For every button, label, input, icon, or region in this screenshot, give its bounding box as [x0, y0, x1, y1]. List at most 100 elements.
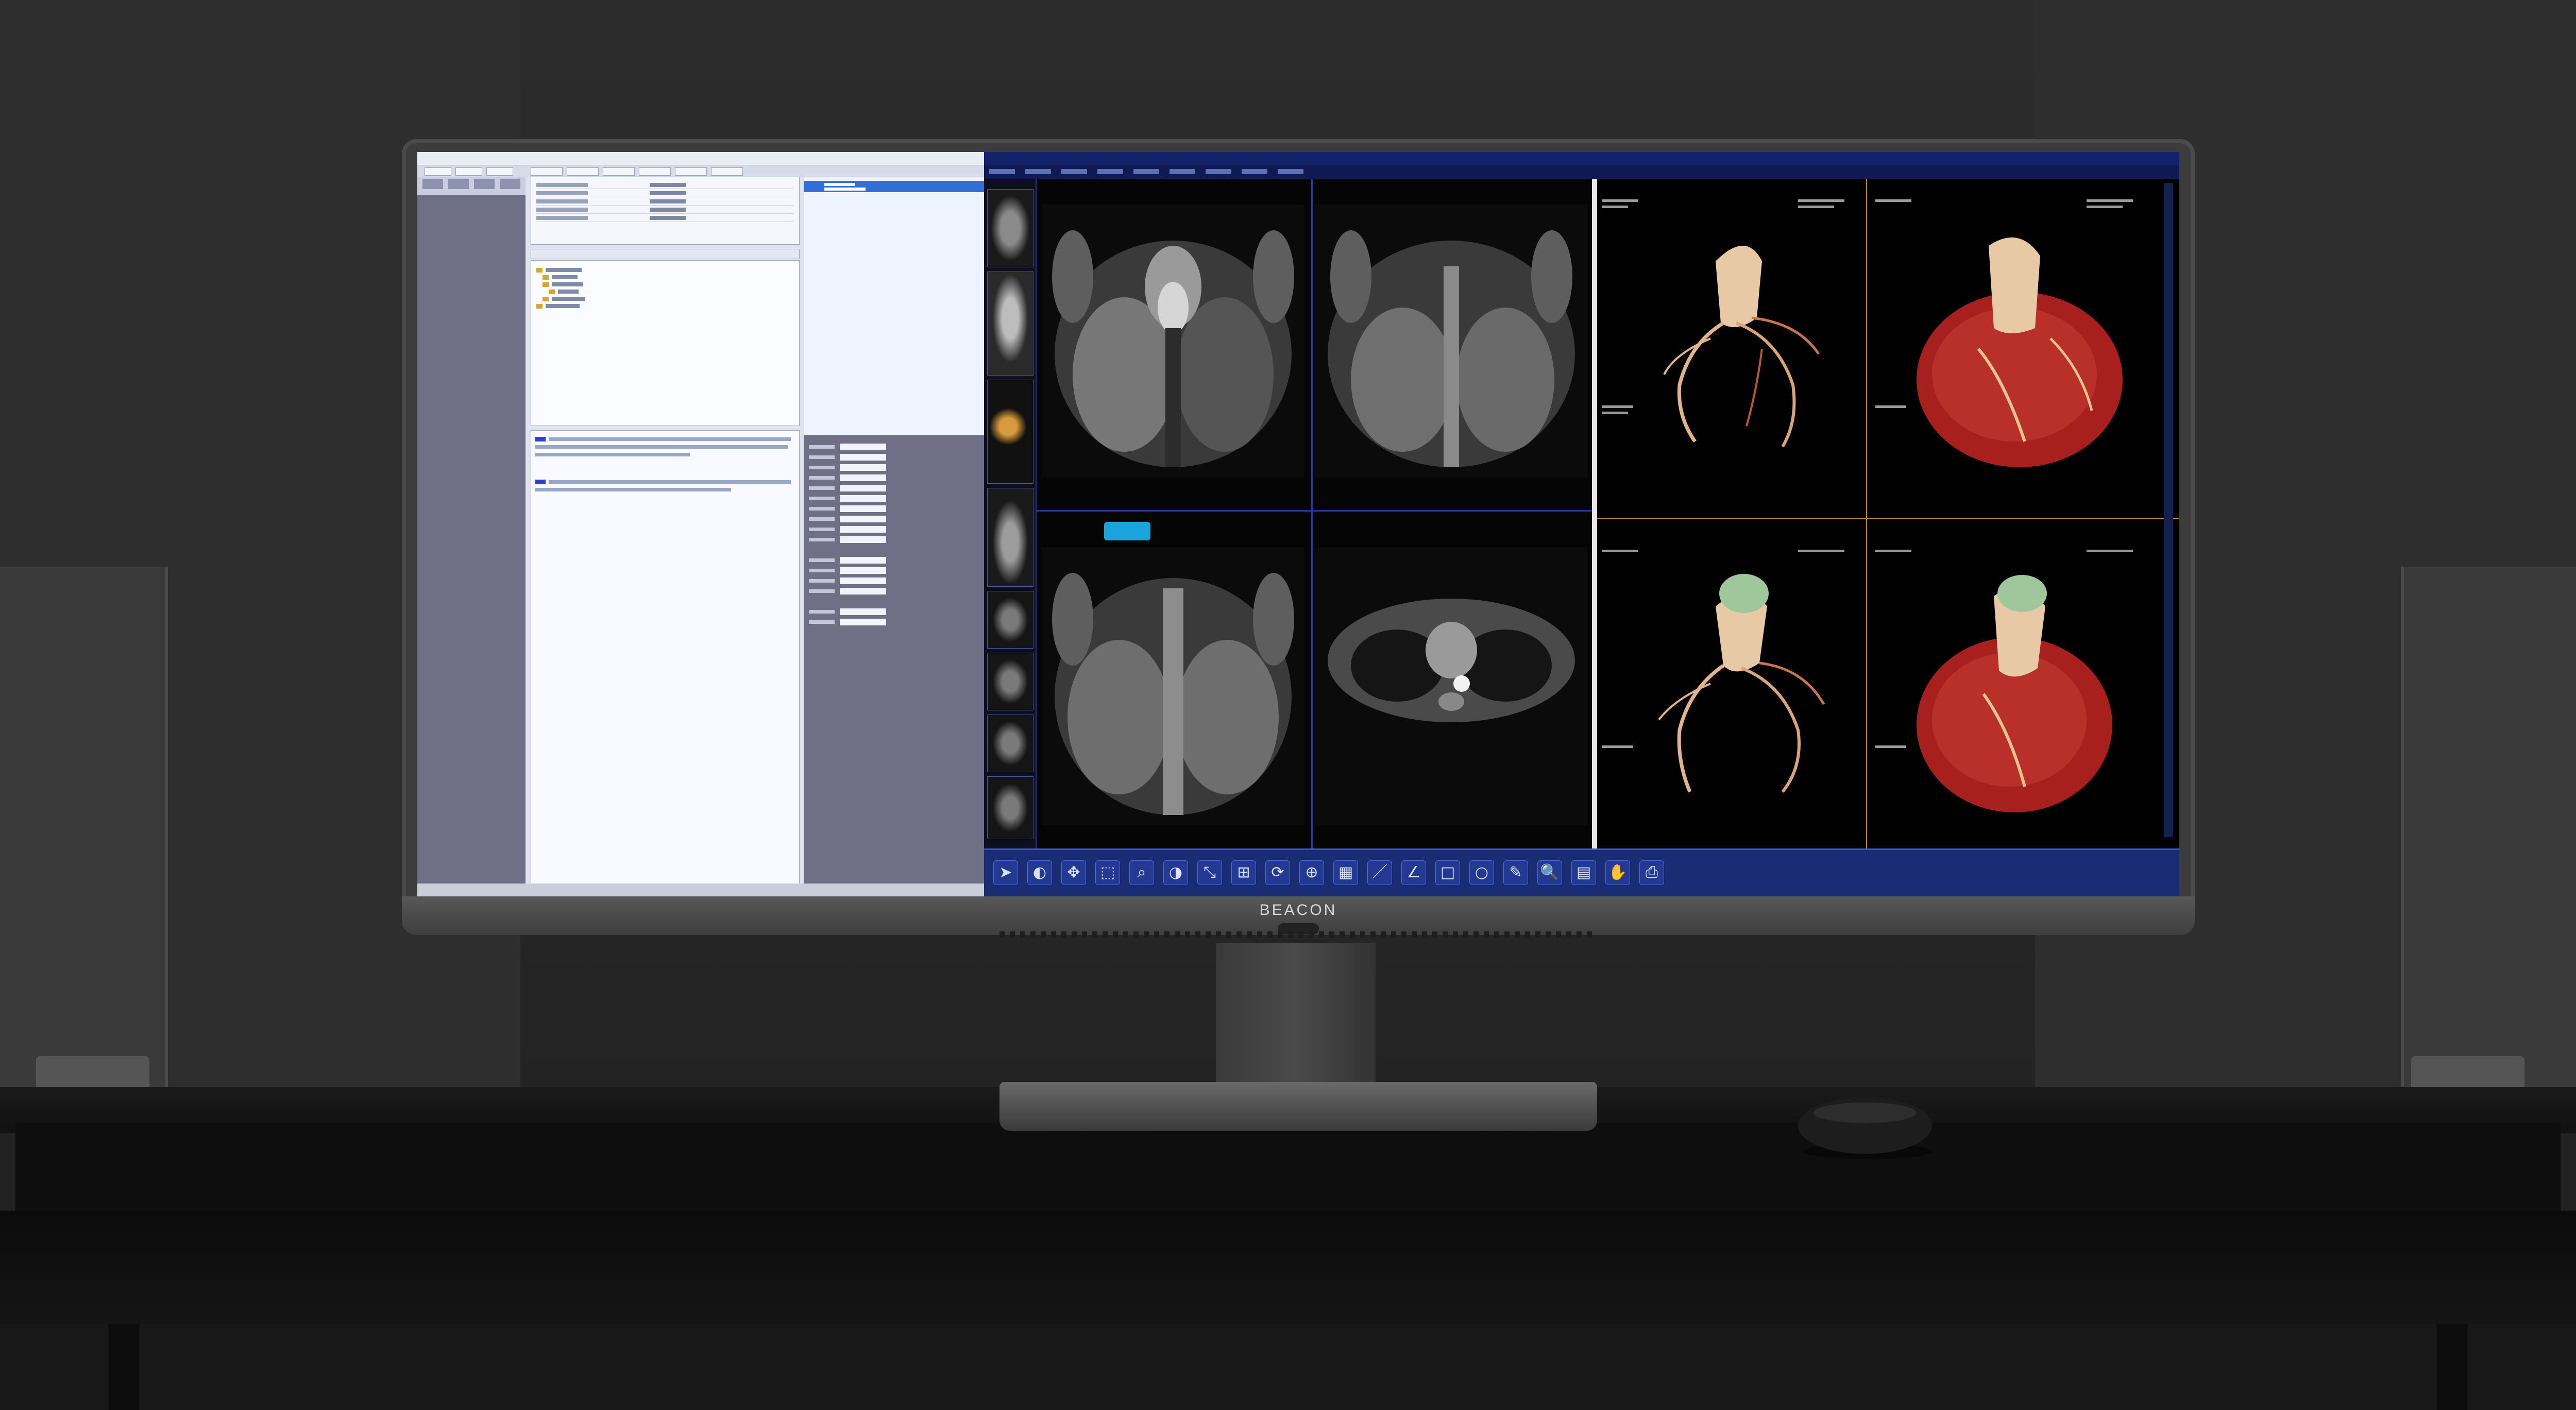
- overlay-text: [1875, 405, 1906, 408]
- property-row: [809, 444, 979, 451]
- viewer-menu-item[interactable]: [1278, 169, 1303, 174]
- report-menu-item[interactable]: [711, 167, 743, 176]
- select-tool-button[interactable]: ⬚: [1095, 860, 1120, 885]
- select-tool-icon: ⬚: [1100, 863, 1115, 881]
- folder-icon[interactable]: [543, 297, 549, 301]
- ellipse-tool-button[interactable]: ○: [1469, 860, 1494, 885]
- report-line: [535, 445, 788, 449]
- mri-coronal-viewport-1[interactable]: [1042, 205, 1304, 478]
- pan-tool-button[interactable]: ✥: [1061, 860, 1086, 885]
- property-row: [809, 588, 979, 595]
- mri-axial-viewport[interactable]: [1315, 547, 1588, 825]
- folder-icon[interactable]: [543, 282, 549, 287]
- scale-tool-button[interactable]: ⤡: [1197, 860, 1222, 885]
- section-tag: [535, 437, 546, 441]
- report-menu-item[interactable]: [455, 167, 482, 176]
- series-thumbnail[interactable]: [987, 380, 1033, 484]
- report-menu-item[interactable]: [567, 167, 599, 176]
- desk-front: [0, 1211, 2576, 1324]
- report-text-editor[interactable]: [531, 430, 800, 896]
- coronary-tree-view-2[interactable]: [1628, 560, 1844, 828]
- zoom-tool-button[interactable]: ⌕: [1129, 860, 1154, 885]
- viewer-menu-item[interactable]: [1133, 169, 1159, 174]
- folder-icon[interactable]: [543, 275, 549, 280]
- mri-coronal-viewport-2[interactable]: [1315, 205, 1588, 478]
- tree-item[interactable]: [552, 297, 585, 301]
- viewer-menu-item[interactable]: [989, 169, 1015, 174]
- crosshair-horizontal: [1597, 518, 2179, 519]
- report-menu-item[interactable]: [486, 167, 513, 176]
- tree-item[interactable]: [546, 268, 582, 272]
- report-menu-item[interactable]: [639, 167, 671, 176]
- print-tool-button[interactable]: ⎙: [1639, 860, 1664, 885]
- fit-tool-button[interactable]: ⊞: [1231, 860, 1256, 885]
- viewer-menu-item[interactable]: [1170, 169, 1195, 174]
- report-menu-item[interactable]: [675, 167, 707, 176]
- property-row: [809, 485, 979, 492]
- property-row: [809, 464, 979, 471]
- ruler-tool-button[interactable]: ／: [1367, 860, 1392, 885]
- template-search-bar[interactable]: [531, 249, 800, 259]
- fit-tool-icon: ⊞: [1237, 863, 1250, 881]
- layout-tool-button[interactable]: ⊕: [1299, 860, 1324, 885]
- tree-item[interactable]: [558, 290, 579, 294]
- heart-volume-view-1[interactable]: [1896, 225, 2133, 493]
- series-thumbnail[interactable]: [987, 715, 1033, 772]
- overlay-text: [1602, 199, 1638, 202]
- brand-logo: BEACON: [1259, 902, 1337, 919]
- pointer-tool-icon: ➤: [999, 863, 1012, 881]
- viewer-menu-item[interactable]: [1206, 169, 1231, 174]
- patient-info-row: [536, 214, 794, 222]
- hand-tool-button[interactable]: ✋: [1605, 860, 1630, 885]
- annotate-tool-button[interactable]: ✎: [1503, 860, 1528, 885]
- viewer-scrollbar[interactable]: [2164, 183, 2173, 837]
- series-thumbnail[interactable]: [987, 653, 1033, 710]
- viewer-menu-item[interactable]: [1097, 169, 1123, 174]
- series-thumbnail[interactable]: [987, 189, 1033, 267]
- grid-tool-button[interactable]: ▦: [1333, 860, 1358, 885]
- report-menu-item[interactable]: [603, 167, 635, 176]
- report-nav-tabs[interactable]: [422, 179, 520, 189]
- viewer-menu-item[interactable]: [1061, 169, 1087, 174]
- folder-icon[interactable]: [536, 304, 543, 309]
- rectangle-tool-button[interactable]: □: [1435, 860, 1460, 885]
- layout-tool-icon: ⊕: [1305, 863, 1318, 881]
- mri-coronal-viewport-3[interactable]: [1042, 547, 1304, 825]
- tree-item[interactable]: [552, 275, 578, 279]
- report-nav-column: [417, 177, 526, 896]
- viewer-menu-item[interactable]: [1242, 169, 1267, 174]
- property-row: [809, 567, 979, 574]
- series-thumbnail[interactable]: [987, 591, 1033, 649]
- folder-icon[interactable]: [536, 268, 543, 273]
- selected-series[interactable]: [804, 181, 984, 192]
- magnify-tool-icon: 🔍: [1540, 863, 1560, 881]
- heart-volume-view-2[interactable]: [1896, 565, 2133, 833]
- tree-item[interactable]: [546, 304, 580, 308]
- contrast-tool-button[interactable]: ◑: [1163, 860, 1188, 885]
- series-thumbnail[interactable]: [987, 271, 1033, 376]
- property-row: [809, 495, 979, 502]
- window-level-tool-button[interactable]: ◐: [1027, 860, 1052, 885]
- section-tag: [535, 480, 546, 484]
- viewer-menu-item[interactable]: [1025, 169, 1051, 174]
- series-thumbnail[interactable]: [987, 776, 1033, 839]
- report-menu-item[interactable]: [425, 167, 451, 176]
- rotate-tool-button[interactable]: ⟳: [1265, 860, 1290, 885]
- contrast-tool-icon: ◑: [1168, 863, 1183, 881]
- cardiac-3d-viewport-grid: [1597, 179, 2179, 848]
- viewport-marker[interactable]: [1104, 522, 1150, 540]
- series-thumbnail[interactable]: [987, 488, 1033, 587]
- magnify-tool-button[interactable]: 🔍: [1537, 860, 1562, 885]
- monitor-stand-neck: [1216, 943, 1376, 1092]
- viewer-titlebar: [984, 152, 2179, 165]
- coronary-tree-view-1[interactable]: [1628, 220, 1844, 488]
- property-row: [809, 619, 979, 626]
- report-menu-item[interactable]: [531, 167, 563, 176]
- angle-tool-button[interactable]: ∠: [1401, 860, 1426, 885]
- tree-item[interactable]: [552, 282, 583, 286]
- ruler-tool-icon: ／: [1372, 863, 1387, 881]
- mri-coronal-image-1: [1052, 230, 1294, 467]
- pointer-tool-button[interactable]: ➤: [993, 860, 1018, 885]
- folder-icon[interactable]: [549, 290, 555, 294]
- lut-tool-button[interactable]: ▤: [1571, 860, 1596, 885]
